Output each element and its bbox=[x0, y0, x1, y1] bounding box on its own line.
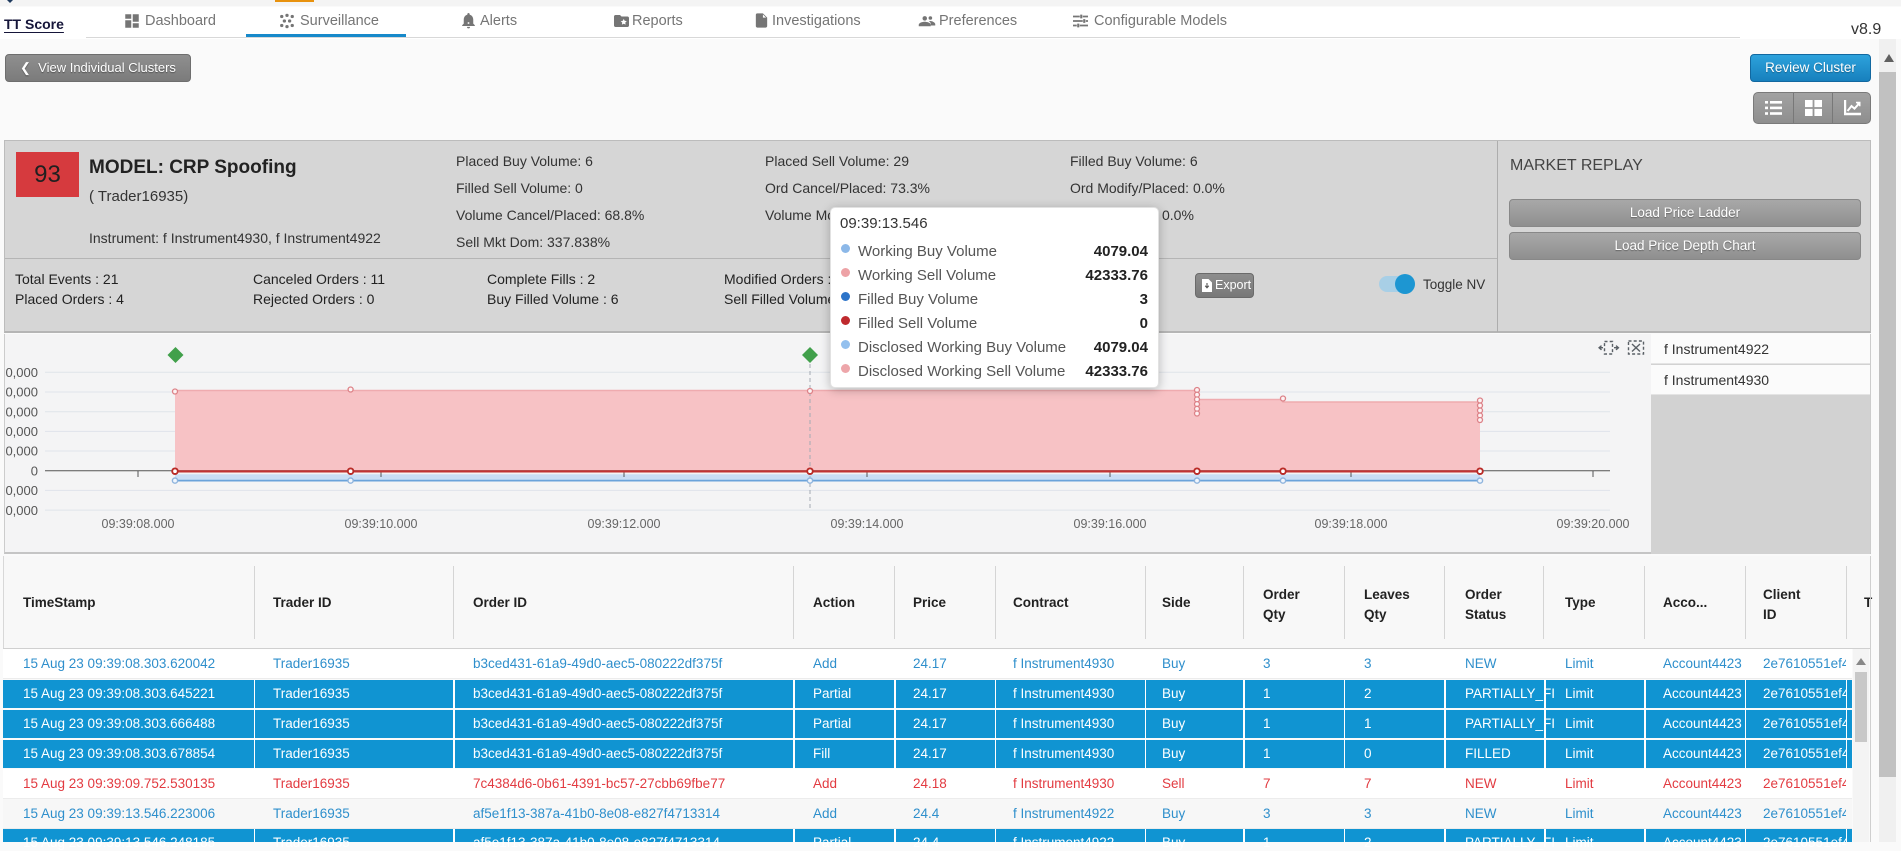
svg-text:09:39:10.000: 09:39:10.000 bbox=[345, 517, 418, 531]
svg-text:0,000: 0,000 bbox=[5, 424, 38, 439]
svg-text:09:39:16.000: 09:39:16.000 bbox=[1074, 517, 1147, 531]
svg-text:0,000: 0,000 bbox=[5, 483, 38, 498]
svg-text:09:39:20.000: 09:39:20.000 bbox=[1557, 517, 1630, 531]
svg-text:09:39:12.000: 09:39:12.000 bbox=[588, 517, 661, 531]
svg-text:0: 0 bbox=[31, 463, 38, 478]
svg-text:0,000: 0,000 bbox=[5, 503, 38, 518]
svg-text:0,000: 0,000 bbox=[5, 404, 38, 419]
svg-text:09:39:18.000: 09:39:18.000 bbox=[1315, 517, 1388, 531]
svg-text:09:39:08.000: 09:39:08.000 bbox=[102, 517, 175, 531]
svg-text:0,000: 0,000 bbox=[5, 365, 38, 380]
svg-text:09:39:14.000: 09:39:14.000 bbox=[831, 517, 904, 531]
svg-text:0,000: 0,000 bbox=[5, 444, 38, 459]
svg-text:0,000: 0,000 bbox=[5, 385, 38, 400]
